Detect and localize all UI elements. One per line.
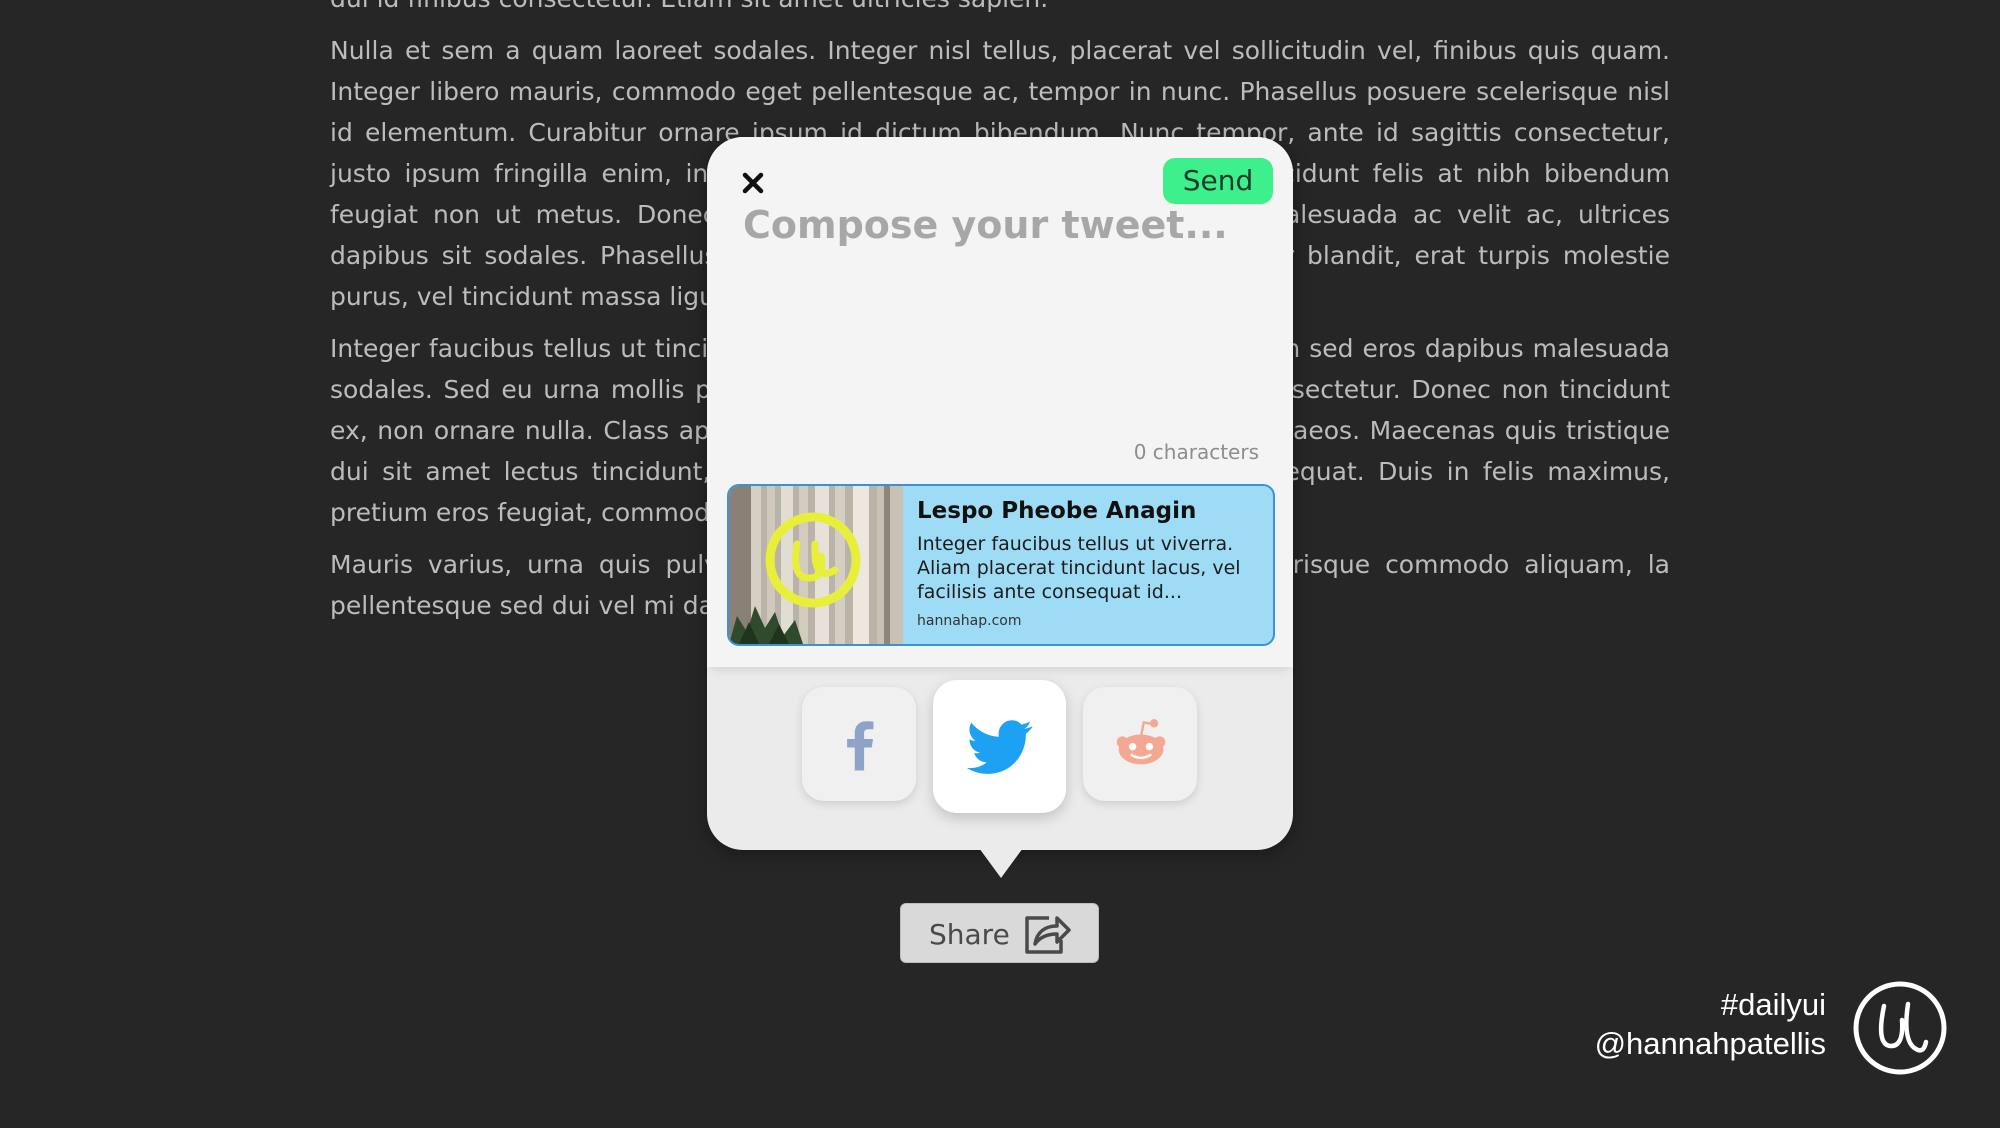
share-button-row xyxy=(707,680,1293,827)
close-button[interactable] xyxy=(733,163,773,203)
author-credit: #dailyui @hannahpatellis xyxy=(1595,985,1826,1063)
send-button[interactable]: Send xyxy=(1163,158,1273,204)
facebook-share-button[interactable] xyxy=(802,687,916,801)
close-icon xyxy=(742,172,764,194)
popup-pointer xyxy=(979,848,1023,878)
link-preview-domain: hannahap.com xyxy=(917,613,1022,629)
reddit-icon xyxy=(1116,719,1166,765)
twitter-share-button[interactable] xyxy=(933,680,1066,813)
link-preview-title: Lespo Pheobe Anagin xyxy=(917,498,1197,524)
link-preview-card[interactable]: Lespo Pheobe Anagin Integer faucibus tel… xyxy=(727,484,1275,646)
twitter-icon xyxy=(967,720,1033,774)
article-paragraph: dui id finibus consectetur. Etiam sit am… xyxy=(330,0,1670,19)
author-handle: @hannahpatellis xyxy=(1594,1026,1826,1061)
share-popup: Send 0 characters xyxy=(707,137,1293,850)
link-preview-image xyxy=(729,486,903,644)
facebook-icon xyxy=(847,721,874,771)
tweet-input[interactable] xyxy=(743,203,1253,263)
share-toggle-button[interactable]: Share xyxy=(900,903,1099,963)
share-icon xyxy=(1023,912,1071,956)
reddit-share-button[interactable] xyxy=(1083,687,1197,801)
character-count: 0 characters xyxy=(1133,440,1259,464)
author-logo xyxy=(1852,980,1948,1076)
tweet-composer: Send 0 characters xyxy=(707,137,1293,667)
hashtag: #dailyui xyxy=(1720,987,1826,1022)
link-preview-description: Integer faucibus tellus ut viverra. Alia… xyxy=(917,533,1241,603)
share-label: Share xyxy=(929,918,1010,951)
